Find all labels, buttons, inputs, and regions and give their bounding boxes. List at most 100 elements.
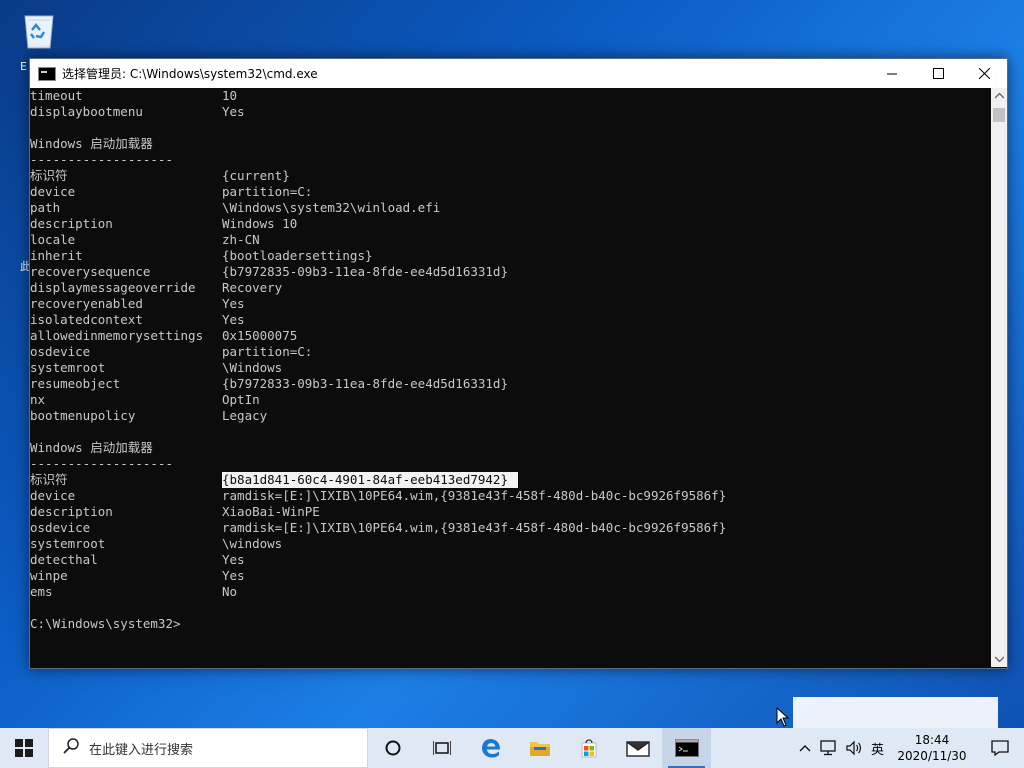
console-key: osdevice (30, 344, 91, 359)
console-value: \windows (222, 536, 283, 551)
console-key: path (30, 200, 61, 215)
console-key: allowedinmemorysettings (30, 328, 204, 343)
console-key: displaybootmenu (30, 104, 143, 119)
console-line: Windows 启动加载器 (30, 440, 991, 456)
console-value-selected: {b8a1d841-60c4-4901-84af-eeb413ed7942} (222, 472, 518, 488)
scroll-down-icon[interactable] (991, 651, 1007, 667)
console-value: OptIn (222, 392, 260, 407)
console-value: Yes (222, 568, 245, 583)
console-line: ------------------- (30, 152, 991, 168)
maximize-button[interactable] (915, 59, 961, 88)
close-button[interactable] (961, 59, 1007, 88)
action-center-icon[interactable] (976, 728, 1024, 768)
scroll-thumb[interactable] (993, 108, 1005, 122)
console-key: nx (30, 392, 46, 407)
search-icon (63, 738, 79, 758)
file-explorer-icon[interactable] (515, 728, 564, 768)
store-icon[interactable] (564, 728, 613, 768)
cmd-window[interactable]: 选择管理员: C:\Windows\system32\cmd.exe timeo… (29, 58, 1008, 669)
console-line: device partition=C: (30, 184, 991, 200)
console-key: device (30, 488, 76, 503)
console-key: 标识符 (30, 472, 68, 487)
ime-language-indicator[interactable]: 英 (867, 728, 888, 768)
console-value: Yes (222, 312, 245, 327)
console-line: osdevice partition=C: (30, 344, 991, 360)
console-line: device ramdisk=[E:]\IXIB\10PE64.wim,{9381… (30, 488, 991, 504)
console-line: allowedinmemorysettings 0x15000075 (30, 328, 991, 344)
console-line: C:\Windows\system32> (30, 616, 991, 632)
console-key: recoverysequence (30, 264, 151, 279)
console-key: timeout (30, 88, 83, 103)
console-line: recoveryenabled Yes (30, 296, 991, 312)
console-key: ------------------- (30, 456, 173, 471)
console-value: {b7972833-09b3-11ea-8fde-ee4d5d16331d} (222, 376, 508, 391)
clock[interactable]: 18:44 2020/11/30 (888, 728, 976, 768)
title-bar[interactable]: 选择管理员: C:\Windows\system32\cmd.exe (30, 59, 1007, 88)
console-value: \Windows (222, 360, 283, 375)
console-value: ramdisk=[E:]\IXIB\10PE64.wim,{9381e43f-4… (222, 488, 727, 503)
taskbar-search-box[interactable]: 在此键入进行搜索 (48, 728, 368, 768)
console-key: description (30, 504, 113, 519)
show-hidden-icons-chevron-up-icon[interactable] (795, 728, 815, 768)
vertical-scrollbar[interactable] (991, 88, 1007, 667)
console-line: timeout 10 (30, 88, 991, 104)
taskbar: 在此键入进行搜索 英 18:44 2020/11/30 (0, 728, 1024, 768)
console-line: description XiaoBai-WinPE (30, 504, 991, 520)
console-key: Windows 启动加载器 (30, 136, 153, 151)
minimize-button[interactable] (869, 59, 915, 88)
console-value: {b7972835-09b3-11ea-8fde-ee4d5d16331d} (222, 264, 508, 279)
console-value: Yes (222, 296, 245, 311)
console-key: inherit (30, 248, 83, 263)
console-key: displaymessageoverride (30, 280, 196, 295)
console-value: zh-CN (222, 232, 260, 247)
console-output[interactable]: timeout 10 displaybootmenu Yes Windows 启动加载器… (30, 88, 991, 667)
console-value: partition=C: (222, 344, 313, 359)
cortana-icon[interactable] (368, 728, 417, 768)
console-line: displaymessageoverride Recovery (30, 280, 991, 296)
edge-browser-icon[interactable] (466, 728, 515, 768)
console-value: partition=C: (222, 184, 313, 199)
console-value: {bootloadersettings} (222, 248, 373, 263)
console-key: ems (30, 584, 53, 599)
notification-area-overlay (793, 697, 998, 732)
console-line: detecthal Yes (30, 552, 991, 568)
console-value: No (222, 584, 238, 599)
mail-icon[interactable] (613, 728, 662, 768)
console-value: ramdisk=[E:]\IXIB\10PE64.wim,{9381e43f-4… (222, 520, 727, 535)
console-line: recoverysequence {b7972835-09b3-11ea-8fde… (30, 264, 991, 280)
console-line: displaybootmenu Yes (30, 104, 991, 120)
cmd-taskbar-icon[interactable] (662, 728, 711, 768)
network-icon[interactable] (815, 728, 841, 768)
console-line: inherit {bootloadersettings} (30, 248, 991, 264)
console-key: recoveryenabled (30, 296, 143, 311)
console-line: 标识符 {b8a1d841-60c4-4901-84af-eeb413ed7942… (30, 472, 991, 488)
console-key: description (30, 216, 113, 231)
clock-date: 2020/11/30 (897, 749, 967, 763)
console-value: \Windows\system32\winload.efi (222, 200, 441, 215)
console-value: Legacy (222, 408, 268, 423)
windows-logo-icon (15, 739, 33, 757)
task-view-icon[interactable] (417, 728, 466, 768)
console-line: locale zh-CN (30, 232, 991, 248)
clock-time: 18:44 (914, 733, 950, 747)
console-value: Yes (222, 104, 245, 119)
console-key: osdevice (30, 520, 91, 535)
console-line: isolatedcontext Yes (30, 312, 991, 328)
console-key: ------------------- (30, 152, 173, 167)
start-button[interactable] (0, 728, 48, 768)
console-line: ------------------- (30, 456, 991, 472)
scroll-up-icon[interactable] (991, 88, 1007, 104)
search-placeholder: 在此键入进行搜索 (89, 742, 194, 758)
console-line: systemroot \windows (30, 536, 991, 552)
console-line: systemroot \Windows (30, 360, 991, 376)
console-key: 标识符 (30, 168, 68, 183)
recycle-bin-icon[interactable] (16, 6, 62, 52)
window-title: 选择管理员: C:\Windows\system32\cmd.exe (62, 67, 318, 81)
console-value: Recovery (222, 280, 283, 295)
volume-icon[interactable] (841, 728, 867, 768)
console-line: bootmenupolicy Legacy (30, 408, 991, 424)
console-key: detecthal (30, 552, 98, 567)
